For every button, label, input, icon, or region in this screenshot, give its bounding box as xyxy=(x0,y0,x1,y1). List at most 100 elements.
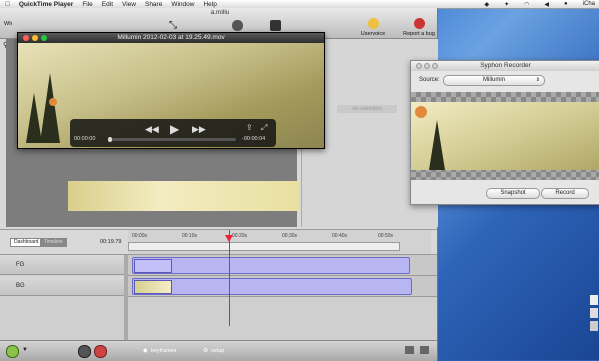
dock-app-icon[interactable] xyxy=(590,308,598,318)
playhead-line xyxy=(229,230,230,326)
progress-track[interactable] xyxy=(108,137,236,142)
menu-clock[interactable]: iCha xyxy=(583,1,595,7)
play-icon[interactable]: ▶ xyxy=(170,122,179,136)
syphon-titlebar: Syphon Recorder xyxy=(411,61,599,71)
preview-tree xyxy=(429,120,445,170)
expand-icon[interactable]: ⤢ xyxy=(261,123,267,133)
dock-app-icon[interactable] xyxy=(590,321,598,331)
ruler-tick: 00:00s xyxy=(132,233,148,239)
source-select[interactable]: Millumin ⇕ xyxy=(443,75,545,86)
minimize-icon[interactable] xyxy=(424,63,430,69)
quicktime-titlebar: Millumin 2012-02-03 at 19.25.49.mov xyxy=(18,33,324,43)
setup-gear-icon: ⚙ xyxy=(203,348,209,354)
toolbar-left-item[interactable]: Wh xyxy=(4,21,12,27)
window-title: a.millu xyxy=(210,9,230,16)
report-bug-button[interactable]: Report a bug xyxy=(401,18,437,37)
menu-view[interactable]: View xyxy=(122,1,136,8)
menu-window[interactable]: Window xyxy=(171,1,194,8)
syphon-preview-image xyxy=(411,102,599,170)
keyframes-icon: ◆ xyxy=(143,348,148,354)
layout-icon[interactable] xyxy=(405,346,414,354)
select-arrows-icon: ⇕ xyxy=(535,77,540,83)
camera-icon xyxy=(231,20,243,31)
report-bug-label: Report a bug xyxy=(403,31,435,37)
record-button[interactable]: Record xyxy=(541,188,589,199)
video-tree-2 xyxy=(40,73,60,143)
user-icon[interactable]: ● xyxy=(564,1,568,7)
uservoice-label: Uservoice xyxy=(360,31,386,37)
current-time: 00:19.79 xyxy=(100,239,122,245)
bird-icon[interactable]: ✦ xyxy=(504,1,509,8)
timeline-divider[interactable] xyxy=(124,255,128,350)
menu-share[interactable]: Share xyxy=(145,1,162,8)
menu-help[interactable]: Help xyxy=(203,1,216,8)
minimize-icon[interactable] xyxy=(32,35,38,41)
keyframes-label[interactable]: keyframes xyxy=(151,348,176,354)
ruler-tick: 00:50s xyxy=(378,233,394,239)
dropbox-icon[interactable]: ◆ xyxy=(485,1,490,8)
fast-forward-icon[interactable]: ▶▶ xyxy=(192,124,206,135)
menu-edit[interactable]: Edit xyxy=(102,1,113,8)
zoom-icon[interactable] xyxy=(41,35,47,41)
zoom-icon[interactable] xyxy=(432,63,438,69)
snapshot-button[interactable]: Snapshot xyxy=(486,188,540,199)
bg-clip-thumbnail xyxy=(134,280,172,294)
resize-arrows-icon: ⤡ xyxy=(169,20,177,31)
fg-clip-thumbnail xyxy=(134,259,172,273)
ruler-tick: 00:40s xyxy=(332,233,348,239)
preview-light-spot xyxy=(415,106,427,118)
ruler-tick: 00:20s xyxy=(232,233,248,239)
video-light-spot xyxy=(49,98,57,106)
uservoice-button[interactable]: Uservoice xyxy=(359,18,387,37)
dock-fragment xyxy=(589,292,599,342)
tab-timeline[interactable]: Timeline xyxy=(40,238,67,247)
layer-bg-label[interactable]: BG xyxy=(0,276,124,296)
dock-app-icon[interactable] xyxy=(590,295,598,305)
playback-hud: ◀◀ ▶ ▶▶ ⇪ ⤢ 00:00:00 -00:00:04 xyxy=(70,119,276,147)
source-value: Millumin xyxy=(482,77,505,83)
rewind-icon[interactable]: ◀◀ xyxy=(145,124,159,135)
quicktime-window: Millumin 2012-02-03 at 19.25.49.mov ◀◀ ▶… xyxy=(17,32,325,149)
fg-clip[interactable] xyxy=(132,257,410,274)
menu-app-name[interactable]: QuickTime Player xyxy=(19,1,73,8)
progress-knob[interactable] xyxy=(108,137,112,142)
bg-clip[interactable] xyxy=(132,278,412,295)
setup-label[interactable]: setup xyxy=(211,348,224,354)
syphon-recorder-window: Syphon Recorder Source: Millumin ⇕ Snaps… xyxy=(410,60,599,205)
add-button[interactable] xyxy=(6,345,19,358)
menu-file[interactable]: File xyxy=(82,1,92,8)
record-button[interactable] xyxy=(94,345,107,358)
tab-dashboard[interactable]: Dashboard xyxy=(10,238,43,247)
add-menu-chevron-icon[interactable]: ▼ xyxy=(22,347,28,353)
ruler-tick: 00:10s xyxy=(182,233,198,239)
volume-icon[interactable]: ◀ xyxy=(544,1,549,8)
timeline-scrubber[interactable] xyxy=(128,242,400,251)
menu-extras: ◆ ✦ ◠ ◀ ● iCha xyxy=(476,0,596,8)
ruler-tick: 00:30s xyxy=(282,233,298,239)
remaining-time: -00:00:04 xyxy=(242,136,266,142)
share-icon[interactable]: ⇪ xyxy=(246,123,253,132)
no-selection-label: no selection xyxy=(337,105,397,113)
layer-bg-lane xyxy=(128,276,437,297)
layer-fg-label[interactable]: FG xyxy=(0,255,124,275)
time-ruler[interactable]: 00:00s 00:10s 00:20s 00:30s 00:40s 00:50… xyxy=(128,230,431,254)
layer-fg-lane xyxy=(128,255,437,276)
fullscreen-icon[interactable] xyxy=(420,346,429,354)
timeline-header: Dashboard Timeline 00:19.79 00:00s 00:10… xyxy=(0,230,437,255)
bottom-bar: ▼ ◆ keyframes ⚙ setup xyxy=(0,340,437,361)
source-label: Source: xyxy=(419,77,440,83)
close-icon[interactable] xyxy=(416,63,422,69)
toolbar-left-label: Wh xyxy=(4,21,13,27)
timeline-panel: Dashboard Timeline 00:19.79 00:00s 00:10… xyxy=(0,229,437,350)
quicktime-video[interactable]: ◀◀ ▶ ▶▶ ⇪ ⤢ 00:00:00 -00:00:04 xyxy=(18,43,324,148)
wifi-icon[interactable]: ◠ xyxy=(524,1,529,8)
syphon-preview xyxy=(411,92,599,180)
stage-preview xyxy=(68,181,300,211)
syphon-title: Syphon Recorder xyxy=(480,62,531,69)
apple-menu[interactable]:  xyxy=(5,1,10,8)
lightbulb-icon xyxy=(367,18,379,29)
close-icon[interactable] xyxy=(23,35,29,41)
quicktime-title: Millumin 2012-02-03 at 19.25.49.mov xyxy=(117,34,225,41)
bug-icon xyxy=(413,18,425,29)
stop-button[interactable] xyxy=(78,345,91,358)
